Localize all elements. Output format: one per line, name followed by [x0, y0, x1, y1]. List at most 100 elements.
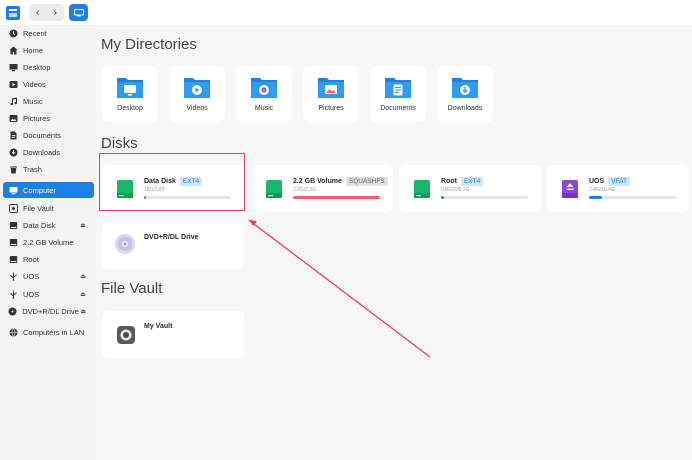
eject-icon[interactable]: ⏏: [78, 222, 88, 229]
vault-safe-icon: [117, 326, 135, 344]
sidebar-item-label: Documents: [23, 130, 61, 140]
chevron-right-icon: ›: [53, 6, 58, 19]
disk-name: 2.2 GB Volume: [293, 178, 342, 185]
sidebar-item-downloads[interactable]: Downloads: [3, 144, 94, 160]
monitor-icon: [73, 8, 84, 16]
clock-icon: [8, 28, 18, 38]
sidebar-item-recent[interactable]: Recent: [3, 25, 94, 41]
desktop-folder-icon: [117, 78, 143, 98]
vault-icon: [8, 203, 18, 213]
disc-icon: [8, 306, 17, 316]
directory-name: Videos: [186, 105, 208, 112]
eject-icon[interactable]: ⏏: [79, 308, 88, 315]
directory-card-desktop[interactable]: Desktop: [102, 66, 158, 122]
sidebar-item-documents[interactable]: Documents: [3, 127, 94, 143]
filesystem-badge: SQUASHFS: [345, 177, 388, 186]
desktop-icon: [8, 62, 18, 72]
sidebar: Recent Home Desktop Videos Music Picture…: [0, 25, 96, 460]
hard-disk-icon: [414, 180, 430, 198]
title-bar: ‹ ›: [0, 0, 692, 25]
sidebar-item-label: Data Disk: [23, 220, 56, 230]
computer-icon: [8, 185, 18, 195]
section-title-my-directories: My Directories: [101, 36, 197, 53]
download-folder-icon: [452, 78, 478, 98]
sidebar-item-file-vault[interactable]: File Vault: [3, 200, 94, 216]
view-mode-button[interactable]: [69, 4, 88, 21]
eject-icon[interactable]: ⏏: [78, 291, 88, 298]
music-icon: [8, 96, 18, 106]
usage-bar: [589, 196, 676, 199]
disk-size: 2.4G/16.4G: [589, 187, 615, 193]
usage-bar: [441, 196, 528, 199]
disk-icon: [8, 254, 18, 264]
network-icon: [8, 327, 18, 337]
picture-icon: [8, 113, 18, 123]
vault-card-my-vault[interactable]: My Vault: [102, 311, 244, 358]
back-button[interactable]: ‹: [29, 4, 47, 21]
filesystem-badge: VFAT: [608, 177, 630, 186]
navigation-buttons: ‹ ›: [29, 4, 64, 21]
directory-name: Music: [254, 105, 274, 112]
disk-size: 2.2G/2.2G: [293, 187, 317, 193]
disk-card-dvd-drive[interactable]: DVD+R/DL Drive: [102, 222, 244, 269]
highlight-box: [99, 153, 245, 211]
usage-bar: [293, 196, 380, 199]
sidebar-item-desktop[interactable]: Desktop: [3, 59, 94, 75]
disk-card-uos[interactable]: UOS VFAT 2.4G/16.4G: [547, 165, 689, 212]
sidebar-item-home[interactable]: Home: [3, 42, 94, 58]
usage-bar-fill: [293, 196, 380, 199]
directory-name: Desktop: [117, 105, 143, 112]
directory-card-downloads[interactable]: Downloads: [437, 66, 493, 122]
sidebar-item-computer[interactable]: Computer: [3, 182, 94, 198]
sidebar-item-uos[interactable]: UOS ⏏: [3, 268, 94, 284]
sidebar-item-uos[interactable]: UOS ⏏: [3, 286, 94, 302]
sidebar-item-label: Trash: [23, 164, 42, 174]
usb-icon: [8, 289, 18, 299]
sidebar-item-label: 2.2 GB Volume: [23, 237, 74, 247]
sidebar-item-videos[interactable]: Videos: [3, 76, 94, 92]
picture-folder-icon: [318, 78, 344, 98]
disk-card-root[interactable]: Root EXT4 6.8G/230.2G: [399, 165, 541, 212]
document-folder-icon: [385, 78, 411, 98]
sidebar-item-label: Videos: [23, 79, 46, 89]
sidebar-item-label: Computers in LAN: [23, 327, 85, 337]
vault-name: My Vault: [144, 323, 173, 330]
sidebar-item-label: Recent: [23, 28, 47, 38]
disk-size: 6.8G/230.2G: [441, 187, 470, 193]
sidebar-item-root[interactable]: Root: [3, 251, 94, 267]
hard-disk-icon: [266, 180, 282, 198]
directory-card-documents[interactable]: Documents: [370, 66, 426, 122]
music-folder-icon: [251, 78, 277, 98]
filesystem-badge: EXT4: [460, 177, 484, 186]
sidebar-item-label: Home: [23, 45, 44, 55]
sidebar-item-label: Computer: [23, 185, 56, 195]
usb-icon: [8, 271, 18, 281]
usage-bar-fill: [589, 196, 603, 199]
document-icon: [8, 130, 18, 140]
sidebar-item-2-2-gb-volume[interactable]: 2.2 GB Volume: [3, 234, 94, 250]
sidebar-item-label: Desktop: [23, 62, 51, 72]
optical-disc-icon: [115, 234, 135, 254]
sidebar-item-label: Downloads: [23, 147, 61, 157]
video-folder-icon: [184, 78, 210, 98]
sidebar-item-label: Pictures: [23, 113, 51, 123]
disk-name: UOS: [589, 178, 605, 185]
disk-name: Root: [441, 178, 457, 185]
forward-button[interactable]: ›: [47, 4, 65, 21]
eject-icon[interactable]: ⏏: [78, 273, 88, 280]
disk-icon: [8, 220, 18, 230]
directory-card-videos[interactable]: Videos: [169, 66, 225, 122]
disk-card-2-2-gb-volume[interactable]: 2.2 GB Volume SQUASHFS 2.2G/2.2G: [251, 165, 393, 212]
directory-card-pictures[interactable]: Pictures: [303, 66, 359, 122]
sidebar-item-pictures[interactable]: Pictures: [3, 110, 94, 126]
sidebar-item-trash[interactable]: Trash: [3, 161, 94, 177]
sidebar-item-data-disk[interactable]: Data Disk ⏏: [3, 217, 94, 233]
file-manager-app-icon: [6, 6, 20, 20]
sidebar-item-dvd-drive[interactable]: DVD+R/DL Drive ⏏: [3, 303, 94, 319]
download-icon: [8, 147, 18, 157]
sidebar-item-music[interactable]: Music: [3, 93, 94, 109]
directory-card-music[interactable]: Music: [236, 66, 292, 122]
directory-name: Documents: [380, 105, 416, 112]
sidebar-item-label: DVD+R/DL Drive: [22, 306, 79, 316]
sidebar-item-computers-in-lan[interactable]: Computers in LAN: [3, 324, 94, 340]
